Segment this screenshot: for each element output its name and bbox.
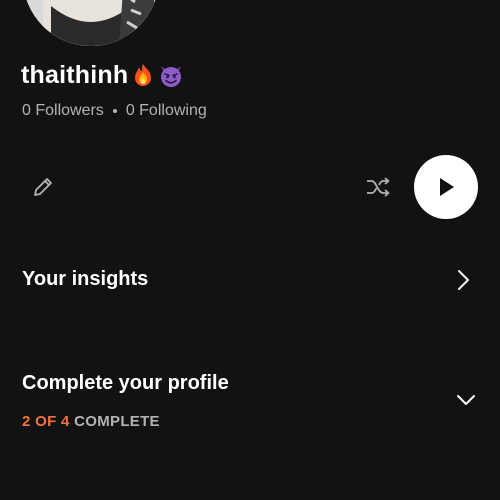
username-row: thaithinh	[21, 58, 184, 92]
username: thaithinh	[21, 60, 129, 89]
complete-profile-row[interactable]: Complete your profile 2 OF 4 COMPLETE	[0, 360, 500, 440]
complete-profile-title: Complete your profile	[22, 372, 229, 394]
avatar[interactable]	[23, 0, 159, 46]
follow-stats: 0 Followers 0 Following	[22, 101, 207, 121]
edit-profile-button[interactable]	[26, 170, 60, 204]
fire-emoji-icon	[130, 62, 156, 88]
progress-suffix: COMPLETE	[74, 413, 160, 430]
play-button[interactable]	[414, 155, 478, 219]
your-insights-row[interactable]: Your insights	[0, 256, 500, 306]
smiling-devil-emoji-icon	[158, 62, 184, 88]
avatar-photo	[23, 0, 159, 46]
chevron-down-icon	[457, 395, 475, 405]
followers-count[interactable]: 0 Followers	[22, 101, 104, 121]
chevron-right-icon	[458, 270, 469, 290]
separator-dot	[112, 109, 117, 113]
insights-label: Your insights	[22, 268, 149, 290]
shuffle-icon	[367, 177, 390, 197]
following-count[interactable]: 0 Following	[126, 101, 207, 121]
profile-progress-text: 2 OF 4 COMPLETE	[22, 413, 160, 430]
progress-count: 2 OF 4	[22, 413, 70, 430]
shuffle-button[interactable]	[360, 170, 396, 204]
pencil-icon	[34, 178, 52, 196]
play-icon	[440, 178, 454, 196]
profile-screen: thaithinh 0 Followers 0 Following Your i…	[0, 0, 500, 500]
